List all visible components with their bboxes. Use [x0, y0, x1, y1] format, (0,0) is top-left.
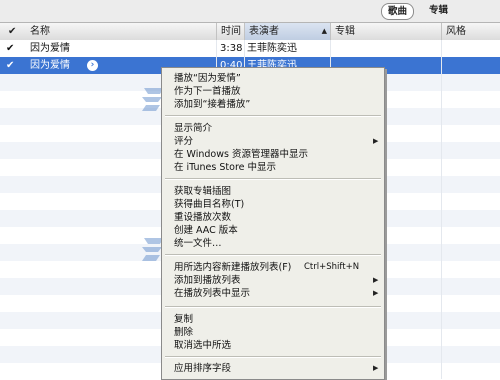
albums-view-button[interactable]: 专辑 [423, 3, 454, 18]
menu-item-add-to-up-next[interactable]: 添加到“接着播放” [162, 98, 384, 111]
sort-ascending-icon: ▲ [321, 27, 327, 35]
menu-item-play[interactable]: 播放“因为爱情” [162, 72, 384, 85]
songs-view-button[interactable]: 歌曲 [381, 3, 415, 20]
menu-item-rating[interactable]: 评分 ▶ [162, 135, 384, 148]
menu-item-show-in-itunes-store[interactable]: 在 iTunes Store 中显示 [162, 161, 384, 174]
menu-item-copy[interactable]: 复制 [162, 313, 384, 326]
menu-item-label: 在播放列表中显示 [174, 288, 251, 299]
track-name: 因为爱情 [30, 60, 70, 71]
menu-item-reset-plays[interactable]: 重设播放次数 [162, 211, 384, 224]
artist-column-header[interactable]: 表演者 ▲ [244, 23, 331, 40]
album-column-header[interactable]: 专辑 [330, 23, 445, 40]
menu-separator [165, 306, 381, 308]
menu-item-get-album-artwork[interactable]: 获取专辑插图 [162, 185, 384, 198]
track-checkbox[interactable]: ✔ [6, 57, 14, 74]
menu-item-label: 删除 [174, 327, 194, 338]
menu-item-label: 播放“因为爱情” [174, 73, 241, 84]
menu-item-show-in-explorer[interactable]: 在 Windows 资源管理器中显示 [162, 148, 384, 161]
menu-item-delete[interactable]: 删除 [162, 326, 384, 339]
menu-item-add-to-playlist[interactable]: 添加到播放列表 ▶ [162, 274, 384, 287]
menu-item-label: 评分 [174, 136, 194, 147]
menu-separator [165, 115, 381, 117]
menu-separator [165, 254, 381, 256]
track-name: 因为爱情 [30, 43, 70, 54]
track-artist: 王菲陈奕迅 [247, 43, 297, 54]
arrow-right-circle-icon[interactable]: › [87, 60, 98, 71]
menu-item-label: 在 Windows 资源管理器中显示 [174, 149, 308, 160]
table-row[interactable]: ✔ 因为爱情 3:38 王菲陈奕迅 [0, 40, 500, 57]
artist-column-label: 表演者 [249, 26, 279, 37]
menu-item-show-in-playlist[interactable]: 在播放列表中显示 ▶ [162, 287, 384, 300]
menu-item-label: 作为下一首播放 [174, 86, 241, 97]
time-column-header[interactable]: 时间 [216, 23, 245, 40]
menu-item-play-next[interactable]: 作为下一首播放 [162, 85, 384, 98]
view-toggle-bar: 歌曲 专辑 [0, 0, 500, 22]
checkmark-icon: ✔ [8, 26, 17, 37]
context-menu: 播放“因为爱情” 作为下一首播放 添加到“接着播放” 显示简介 评分 ▶ 在 W… [161, 67, 385, 380]
menu-item-label: 取消选中所选 [174, 340, 232, 351]
menu-item-label: 添加到“接着播放” [174, 99, 251, 110]
name-column-header[interactable]: 名称 [30, 23, 50, 40]
menu-separator [165, 356, 381, 358]
menu-item-shortcut: Ctrl+Shift+N [304, 262, 360, 272]
genre-column-header[interactable]: 风格 [441, 23, 500, 40]
submenu-arrow-icon: ▶ [373, 276, 379, 284]
menu-item-uncheck-selection[interactable]: 取消选中所选 [162, 339, 384, 352]
menu-item-get-track-names[interactable]: 获得曲目名称(T) [162, 198, 384, 211]
menu-separator [165, 178, 381, 180]
menu-item-create-aac-version[interactable]: 创建 AAC 版本 [162, 224, 384, 237]
check-column-header[interactable]: ✔ [4, 23, 32, 40]
menu-item-get-info[interactable]: 显示简介 [162, 122, 384, 135]
menu-item-label: 重设播放次数 [174, 212, 232, 223]
submenu-arrow-icon: ▶ [373, 289, 379, 297]
menu-item-label: 复制 [174, 314, 194, 325]
column-header: ✔ 名称 时间 表演者 ▲ 专辑 风格 [0, 22, 500, 41]
menu-item-label: 统一文件… [174, 238, 222, 249]
menu-item-label: 获得曲目名称(T) [174, 199, 245, 210]
menu-item-label: 用所选内容新建播放列表(F) [174, 262, 292, 273]
menu-item-label: 应用排序字段 [174, 363, 232, 374]
submenu-arrow-icon: ▶ [373, 364, 379, 372]
column-divider [441, 40, 442, 379]
menu-item-new-playlist-from-selection[interactable]: 用所选内容新建播放列表(F) Ctrl+Shift+N [162, 261, 384, 274]
menu-item-label: 显示简介 [174, 123, 213, 134]
menu-item-consolidate-files[interactable]: 统一文件… [162, 237, 384, 250]
menu-item-apply-sort-field[interactable]: 应用排序字段 ▶ [162, 362, 384, 375]
track-checkbox[interactable]: ✔ [6, 40, 14, 57]
track-time: 3:38 [220, 43, 243, 54]
menu-item-label: 添加到播放列表 [174, 275, 241, 286]
menu-item-label: 在 iTunes Store 中显示 [174, 162, 277, 173]
menu-item-label: 获取专辑插图 [174, 186, 232, 197]
menu-item-label: 创建 AAC 版本 [174, 225, 238, 236]
submenu-arrow-icon: ▶ [373, 137, 379, 145]
